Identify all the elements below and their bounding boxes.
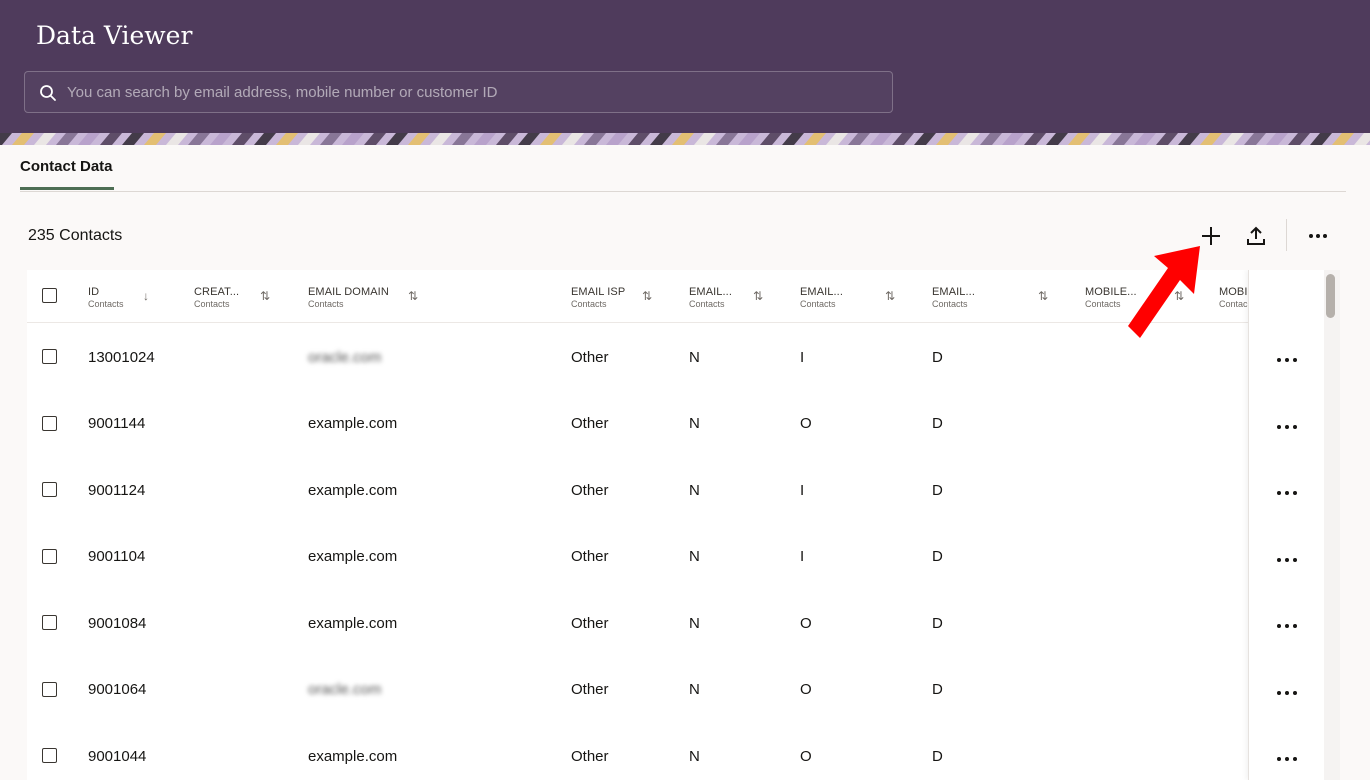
cell-email-domain: example.com bbox=[308, 548, 398, 565]
app-title: Data Viewer bbox=[36, 21, 193, 50]
cell-email-domain: example.com bbox=[308, 747, 398, 765]
cell-id: 9001064 bbox=[88, 681, 147, 698]
sort-icon[interactable]: ⇅ bbox=[408, 289, 418, 303]
cell-email-col2: I bbox=[800, 348, 805, 366]
search-input[interactable] bbox=[67, 72, 887, 112]
cell-email-col3: D bbox=[932, 481, 943, 499]
upload-icon bbox=[1247, 226, 1265, 245]
table-row[interactable]: 9001084 example.com Other N O D bbox=[27, 590, 1248, 656]
cell-email-isp: Other bbox=[571, 415, 609, 432]
cell-email-isp: Other bbox=[571, 348, 609, 366]
row-more-icon[interactable] bbox=[1276, 618, 1300, 638]
sort-icon[interactable]: ⇅ bbox=[260, 289, 270, 303]
cell-email-col1: N bbox=[689, 614, 700, 632]
search-box[interactable] bbox=[24, 71, 893, 113]
cell-email-col2: I bbox=[800, 481, 805, 499]
vertical-scrollbar[interactable] bbox=[1324, 270, 1340, 780]
cell-email-col2: O bbox=[800, 614, 812, 632]
toolbar-divider bbox=[1286, 219, 1287, 251]
cell-email-isp: Other bbox=[571, 681, 609, 698]
contacts-table: ID Contacts ↓ CREAT... Contacts ⇅ EMAIL DO… bbox=[27, 270, 1340, 780]
cell-email-col3: D bbox=[932, 681, 943, 698]
cell-email-col1: N bbox=[689, 348, 700, 366]
row-actions-column bbox=[1248, 270, 1323, 780]
export-button[interactable] bbox=[1241, 221, 1271, 251]
cell-id: 9001044 bbox=[88, 747, 147, 765]
cell-email-isp: Other bbox=[571, 548, 609, 565]
annotation-arrow bbox=[1128, 246, 1200, 338]
cell-email-col1: N bbox=[689, 415, 700, 432]
search-icon bbox=[40, 85, 56, 101]
column-header-mobile-2[interactable]: MOBI Contac bbox=[1219, 286, 1248, 309]
cell-email-col1: N bbox=[689, 747, 700, 765]
column-header-email-2[interactable]: EMAIL... Contacts bbox=[800, 286, 843, 309]
row-more-icon[interactable] bbox=[1276, 419, 1300, 439]
cell-email-domain: example.com bbox=[308, 415, 398, 432]
row-checkbox[interactable] bbox=[42, 482, 57, 497]
table-row[interactable]: 9001064 oracle.com Other N O D bbox=[27, 657, 1248, 723]
cell-email-domain: example.com bbox=[308, 481, 398, 499]
app-header: Data Viewer bbox=[0, 0, 1370, 133]
active-tab-indicator bbox=[20, 187, 114, 190]
sort-icon[interactable]: ⇅ bbox=[1038, 289, 1048, 303]
table-row[interactable]: 9001044 example.com Other N O D bbox=[27, 723, 1248, 780]
table-row[interactable]: 9001104 example.com Other N I D bbox=[27, 524, 1248, 590]
row-more-icon[interactable] bbox=[1276, 685, 1300, 705]
cell-email-isp: Other bbox=[571, 614, 609, 632]
contacts-count: 235 Contacts bbox=[28, 227, 123, 244]
cell-email-domain: example.com bbox=[308, 614, 398, 632]
row-checkbox[interactable] bbox=[42, 681, 57, 697]
table-row[interactable]: 13001024 oracle.com Other N I D bbox=[27, 324, 1248, 390]
column-header-email-isp[interactable]: EMAIL ISP Contacts bbox=[571, 286, 625, 309]
row-checkbox[interactable] bbox=[42, 415, 57, 431]
sort-icon[interactable]: ⇅ bbox=[753, 289, 763, 303]
sort-icon[interactable]: ⇅ bbox=[885, 289, 895, 303]
cell-email-col3: D bbox=[932, 747, 943, 765]
cell-email-col1: N bbox=[689, 681, 700, 698]
cell-id: 9001144 bbox=[88, 415, 146, 432]
cell-email-isp: Other bbox=[571, 747, 609, 765]
row-checkbox[interactable] bbox=[42, 349, 57, 364]
cell-id: 9001084 bbox=[88, 614, 147, 632]
row-more-icon[interactable] bbox=[1276, 552, 1300, 572]
table-row[interactable]: 9001144 example.com Other N O D bbox=[27, 391, 1248, 457]
cell-email-col3: D bbox=[932, 614, 943, 632]
column-header-email-1[interactable]: EMAIL... Contacts bbox=[689, 286, 732, 309]
row-checkbox[interactable] bbox=[42, 548, 57, 564]
table-row[interactable]: 9001124 example.com Other N I D bbox=[27, 457, 1248, 523]
cell-email-col3: D bbox=[932, 548, 943, 565]
more-actions-button[interactable] bbox=[1303, 221, 1333, 251]
sort-descending-icon[interactable]: ↓ bbox=[143, 289, 149, 303]
row-more-icon[interactable] bbox=[1276, 485, 1300, 505]
column-header-id[interactable]: ID Contacts bbox=[88, 286, 124, 309]
cell-id: 9001104 bbox=[88, 548, 146, 565]
row-checkbox[interactable] bbox=[42, 615, 57, 630]
cell-email-col2: O bbox=[800, 415, 812, 432]
cell-email-col2: O bbox=[800, 747, 812, 765]
cell-email-col1: N bbox=[689, 481, 700, 499]
row-more-icon[interactable] bbox=[1276, 352, 1300, 372]
cell-email-col1: N bbox=[689, 548, 700, 565]
cell-email-col3: D bbox=[932, 348, 943, 366]
column-header-email-3[interactable]: EMAIL... Contacts bbox=[932, 286, 975, 309]
scrollbar-thumb[interactable] bbox=[1326, 274, 1335, 318]
row-more-icon[interactable] bbox=[1276, 751, 1300, 771]
cell-email-domain: oracle.com bbox=[308, 348, 382, 366]
column-header-created[interactable]: CREAT... Contacts bbox=[194, 286, 239, 309]
cell-id: 9001124 bbox=[88, 481, 146, 499]
cell-email-domain: oracle.com bbox=[308, 681, 382, 698]
cell-email-col3: D bbox=[932, 415, 943, 432]
decorative-banner bbox=[0, 133, 1370, 145]
sort-icon[interactable]: ⇅ bbox=[642, 289, 652, 303]
more-horizontal-icon bbox=[1309, 234, 1327, 238]
row-checkbox[interactable] bbox=[42, 748, 57, 763]
tab-bar: Contact Data bbox=[20, 145, 1346, 192]
select-all-checkbox[interactable] bbox=[42, 288, 57, 303]
cell-email-col2: O bbox=[800, 681, 812, 698]
cell-email-col2: I bbox=[800, 548, 805, 565]
cell-email-isp: Other bbox=[571, 481, 609, 499]
cell-id: 13001024 bbox=[88, 348, 155, 366]
column-header-email-domain[interactable]: EMAIL DOMAIN Contacts bbox=[308, 286, 389, 309]
